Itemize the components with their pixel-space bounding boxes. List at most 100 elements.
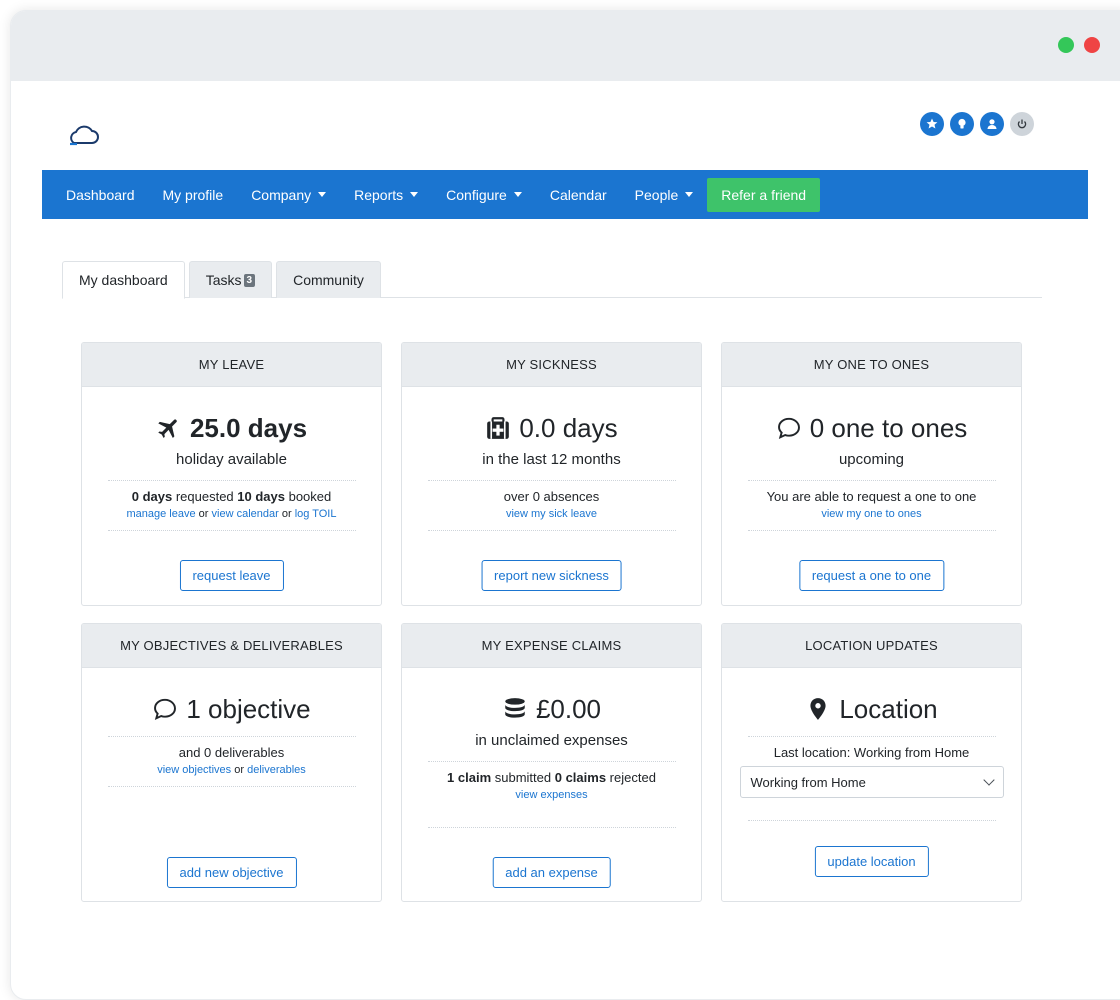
leave-detail: 0 days requested 10 days booked — [82, 481, 381, 504]
manage-leave-link[interactable]: manage leave — [127, 508, 196, 520]
detail-text: rejected — [606, 770, 656, 785]
main-navbar: Dashboard My profile Company Reports Con… — [42, 170, 1088, 219]
unclaimed-amount: £0.00 — [535, 693, 602, 724]
comment-icon — [154, 698, 177, 720]
nav-label: People — [634, 186, 679, 203]
window-maximize-dot[interactable] — [1058, 37, 1074, 53]
sickness-total: 0.0 days — [402, 413, 701, 443]
onetoones-links: view my one to ones — [722, 504, 1021, 530]
update-location-button[interactable]: update location — [814, 846, 929, 877]
nav-configure[interactable]: Configure — [446, 187, 522, 203]
card-header: MY LEAVE — [82, 343, 381, 387]
add-new-objective-button[interactable]: add new objective — [166, 857, 297, 888]
plane-icon — [158, 419, 177, 438]
last-location-text: Last location: Working from Home — [773, 745, 970, 760]
nav-calendar[interactable]: Calendar — [550, 187, 607, 203]
card-header: MY SICKNESS — [402, 343, 701, 387]
comment-icon — [777, 417, 800, 439]
dashboard-tabs: My dashboard Tasks 3 Community — [62, 261, 1042, 299]
card-header: MY ONE TO ONES — [722, 343, 1021, 387]
cloud-logo-icon[interactable] — [68, 123, 100, 147]
report-new-sickness-button[interactable]: report new sickness — [481, 560, 622, 591]
caret-down-icon — [318, 192, 327, 197]
detail-text: requested — [172, 489, 238, 504]
nav-label: Reports — [354, 186, 404, 203]
location-updates-card: LOCATION UPDATES Location Last location:… — [721, 623, 1022, 902]
nav-my-profile[interactable]: My profile — [163, 187, 224, 203]
my-objectives-card: MY OBJECTIVES & DELIVERABLES 1 objective… — [81, 623, 382, 902]
claims-rejected: 0 claims — [554, 770, 607, 785]
lightbulb-icon[interactable] — [950, 112, 974, 136]
card-header: MY EXPENSE CLAIMS — [402, 624, 701, 668]
tab-label: My dashboard — [79, 272, 168, 288]
link-sep: or — [278, 508, 295, 520]
card-header: MY OBJECTIVES & DELIVERABLES — [82, 624, 381, 668]
location-select[interactable]: Working from Home — [739, 766, 1004, 798]
caret-down-icon — [410, 192, 419, 197]
nav-company[interactable]: Company — [251, 187, 327, 203]
objectives-links: view objectives or deliverables — [82, 760, 381, 786]
coins-icon — [505, 698, 525, 718]
first-aid-icon — [487, 417, 510, 439]
power-icon[interactable] — [1010, 112, 1034, 136]
card-subtitle: holiday available — [176, 451, 287, 468]
log-toil-link[interactable]: log TOIL — [295, 508, 337, 520]
caret-down-icon — [685, 192, 694, 197]
tab-tasks[interactable]: Tasks 3 — [188, 261, 273, 298]
refer-a-friend-button[interactable]: Refer a friend — [707, 177, 821, 212]
sickness-links: view my sick leave — [402, 504, 701, 530]
expenses-detail: 1 claim submitted 0 claims rejected — [402, 762, 701, 785]
nav-label: Configure — [446, 186, 507, 203]
header-icon-group — [920, 112, 1034, 136]
onetoones-value: 0 one to ones — [809, 412, 968, 443]
my-expense-claims-card: MY EXPENSE CLAIMS £0.00 in unclaimed exp… — [401, 623, 702, 902]
user-icon[interactable] — [980, 112, 1004, 136]
booked-days: 10 days — [237, 489, 285, 504]
view-expenses-link[interactable]: view expenses — [515, 789, 587, 801]
tab-label: Tasks — [205, 272, 242, 288]
objectives-value: 1 objective — [186, 693, 311, 724]
view-calendar-link[interactable]: view calendar — [212, 508, 279, 520]
nav-people[interactable]: People — [635, 187, 694, 203]
request-one-to-one-button[interactable]: request a one to one — [798, 560, 945, 591]
divider — [107, 786, 356, 787]
leave-total: 25.0 days — [82, 413, 381, 443]
nav-label: My profile — [162, 186, 224, 203]
caret-down-icon — [513, 192, 522, 197]
view-my-one-to-ones-link[interactable]: view my one to ones — [821, 508, 921, 520]
nav-dashboard[interactable]: Dashboard — [66, 187, 135, 203]
requested-days: 0 days — [131, 489, 173, 504]
view-objectives-link[interactable]: view objectives — [157, 764, 231, 776]
request-leave-button[interactable]: request leave — [179, 560, 284, 591]
objectives-detail: and 0 deliverables — [178, 745, 285, 760]
divider — [107, 530, 356, 531]
add-an-expense-button[interactable]: add an expense — [492, 857, 611, 888]
window-close-dot[interactable] — [1084, 37, 1100, 53]
deliverables-link[interactable]: deliverables — [247, 764, 306, 776]
divider — [427, 530, 676, 531]
location-select-value: Working from Home — [750, 774, 866, 790]
card-subtitle: in unclaimed expenses — [475, 732, 628, 749]
leave-links: manage leave or view calendar or log TOI… — [82, 504, 381, 530]
my-leave-card: MY LEAVE 25.0 days holiday available 0 d… — [81, 342, 382, 606]
onetoones-total: 0 one to ones — [722, 413, 1021, 443]
tasks-count-badge: 3 — [243, 273, 256, 287]
expenses-links: view expenses — [402, 785, 701, 811]
view-my-sick-leave-link[interactable]: view my sick leave — [506, 508, 597, 520]
card-header: LOCATION UPDATES — [722, 624, 1021, 668]
location-title: Location — [722, 694, 1021, 724]
sickness-days-value: 0.0 days — [519, 412, 618, 443]
divider — [427, 827, 676, 828]
tab-label: Community — [293, 272, 364, 288]
expenses-total: £0.00 — [402, 694, 701, 724]
tab-my-dashboard[interactable]: My dashboard — [62, 261, 185, 299]
tab-community[interactable]: Community — [276, 261, 381, 298]
my-one-to-ones-card: MY ONE TO ONES 0 one to ones upcoming Yo… — [721, 342, 1022, 606]
card-subtitle: upcoming — [838, 451, 905, 468]
star-icon[interactable] — [920, 112, 944, 136]
location-label: Location — [839, 693, 938, 724]
nav-reports[interactable]: Reports — [354, 186, 419, 203]
objectives-total: 1 objective — [82, 694, 381, 724]
link-sep: or — [195, 508, 212, 520]
nav-label: Dashboard — [66, 186, 135, 203]
